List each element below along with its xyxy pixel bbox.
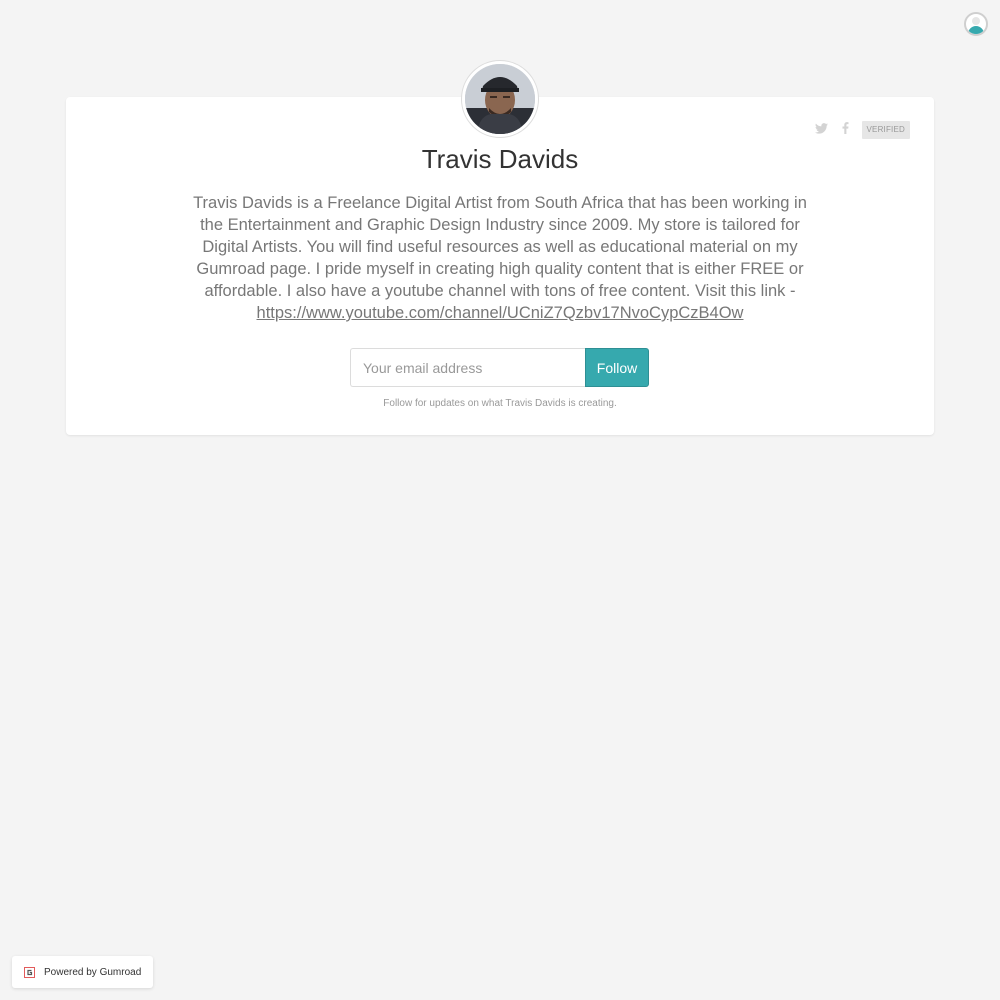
follow-form: Follow <box>350 348 649 387</box>
powered-by-label: Powered by Gumroad <box>44 966 142 978</box>
facebook-icon[interactable] <box>838 121 852 135</box>
powered-by-gumroad[interactable]: Powered by Gumroad <box>12 956 154 988</box>
gumroad-logo-icon <box>24 966 35 978</box>
account-avatar[interactable] <box>964 12 988 36</box>
profile-bio: Travis Davids is a Freelance Digital Art… <box>190 192 810 324</box>
person-portrait-icon <box>465 64 535 134</box>
youtube-channel-link[interactable]: https://www.youtube.com/channel/UCniZ7Qz… <box>257 304 744 322</box>
profile-photo <box>461 60 539 138</box>
twitter-icon[interactable] <box>814 121 828 135</box>
user-body-icon <box>968 26 984 34</box>
follow-hint: Follow for updates on what Travis Davids… <box>383 398 617 409</box>
profile-photo-image <box>465 64 535 134</box>
social-links <box>814 121 852 135</box>
verified-badge: VERIFIED <box>861 121 910 139</box>
follow-button[interactable]: Follow <box>585 348 649 387</box>
profile-name: Travis Davids <box>421 144 579 174</box>
user-head-icon <box>972 17 980 25</box>
bio-text: Travis Davids is a Freelance Digital Art… <box>193 194 807 300</box>
profile-card: VERIFIED Travis Davids Travis Davids is … <box>66 97 934 435</box>
email-input[interactable] <box>350 348 585 387</box>
